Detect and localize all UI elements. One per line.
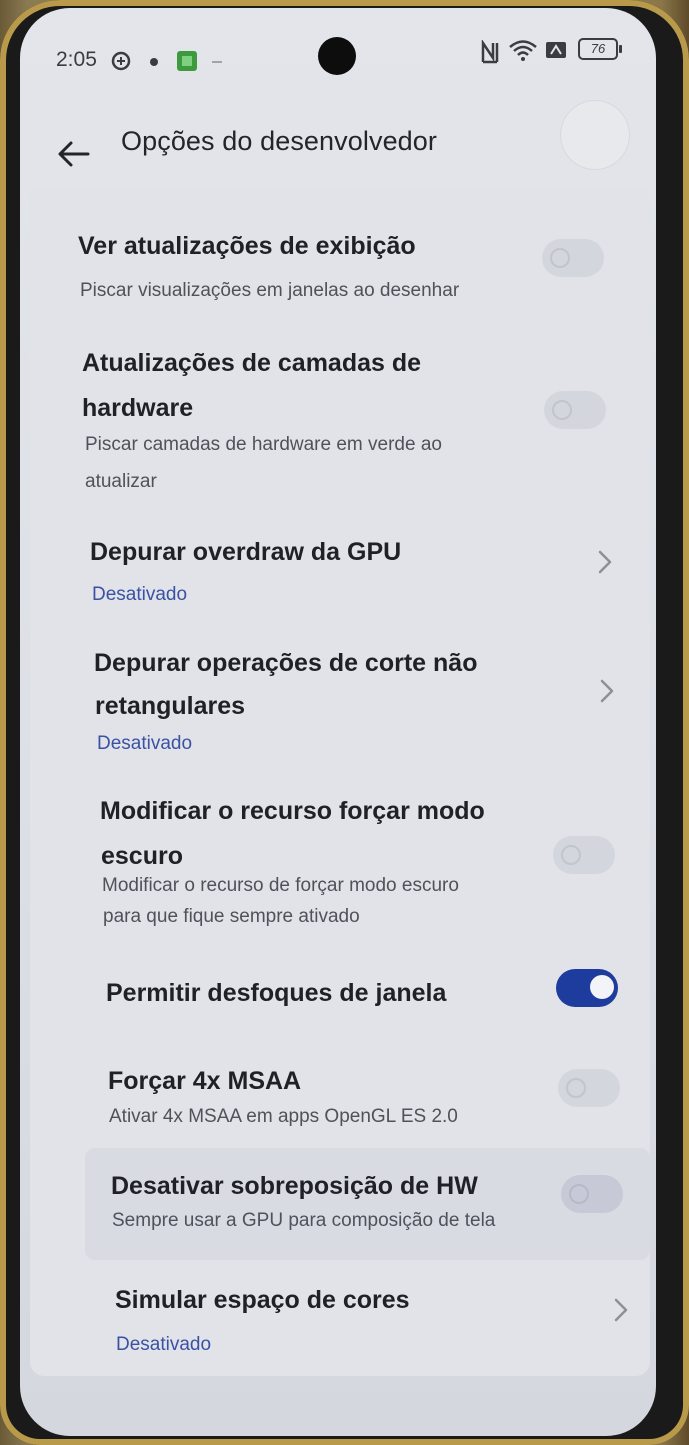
setting-subtitle-line2: para que fique sempre ativado <box>103 906 360 927</box>
toggle-switch[interactable] <box>558 1069 620 1107</box>
setting-disable-hw-overlays[interactable]: Desativar sobreposição de HW Sempre usar… <box>85 1148 650 1260</box>
front-camera <box>318 37 356 75</box>
screen: 2:05 76 Opções do desenvolvedor Ver atua… <box>20 8 656 1436</box>
setting-allow-window-blur[interactable]: Permitir desfoques de janela <box>30 969 650 1029</box>
setting-title: Simular espaço de cores <box>115 1286 410 1314</box>
setting-force-4x-msaa[interactable]: Forçar 4x MSAA Ativar 4x MSAA em apps Op… <box>30 1059 650 1144</box>
setting-subtitle: Piscar visualizações em janelas ao desen… <box>80 280 460 301</box>
setting-title: Depurar overdraw da GPU <box>90 538 402 566</box>
setting-title-line2: hardware <box>82 394 194 422</box>
settings-list: Ver atualizações de exibição Piscar visu… <box>30 186 650 1376</box>
setting-debug-gpu-overdraw[interactable]: Depurar overdraw da GPU Desativado <box>30 526 650 616</box>
toggle-switch[interactable] <box>542 239 604 277</box>
nfc-icon <box>481 40 499 64</box>
toggle-switch[interactable] <box>561 1175 623 1213</box>
toggle-knob <box>561 845 581 865</box>
toggle-knob <box>552 400 572 420</box>
vpn-icon <box>111 51 131 71</box>
setting-title: Permitir desfoques de janela <box>106 979 447 1007</box>
setting-title-line1: Modificar o recurso forçar modo <box>100 797 485 825</box>
toggle-knob <box>550 248 570 268</box>
setting-override-force-dark[interactable]: Modificar o recurso forçar modo escuro M… <box>30 789 650 939</box>
chevron-right-icon[interactable] <box>598 677 616 705</box>
setting-status: Desativado <box>92 584 188 605</box>
avatar[interactable] <box>561 101 629 169</box>
setting-show-view-updates[interactable]: Ver atualizações de exibição Piscar visu… <box>30 224 650 324</box>
setting-subtitle: Sempre usar a GPU para composição de tel… <box>112 1210 496 1231</box>
chevron-right-icon[interactable] <box>596 548 614 576</box>
setting-status: Desativado <box>116 1334 212 1355</box>
toggle-switch[interactable] <box>553 836 615 874</box>
page-title: Opções do desenvolvedor <box>121 126 438 156</box>
dash-icon <box>212 61 222 63</box>
setting-title: Forçar 4x MSAA <box>108 1067 302 1095</box>
app-bar: Opções do desenvolvedor <box>20 108 656 188</box>
battery-icon: 76 <box>578 38 622 60</box>
setting-hw-layer-updates[interactable]: Atualizações de camadas de hardware Pisc… <box>30 341 650 501</box>
setting-title: Ver atualizações de exibição <box>78 232 416 260</box>
app-notification-icon <box>177 51 197 71</box>
status-time: 2:05 <box>56 48 97 71</box>
setting-title-line1: Atualizações de camadas de <box>82 349 422 377</box>
notification-icon <box>150 58 158 66</box>
toggle-knob <box>566 1078 586 1098</box>
wifi-icon <box>509 40 537 61</box>
status-bar: 2:05 76 <box>20 8 656 98</box>
setting-subtitle-line1: Piscar camadas de hardware em verde ao <box>85 434 442 455</box>
setting-simulate-color-space[interactable]: Simular espaço de cores Desativado <box>30 1274 650 1374</box>
setting-title-line2: retangulares <box>95 692 246 720</box>
setting-title: Desativar sobreposição de HW <box>111 1172 478 1200</box>
setting-subtitle-line2: atualizar <box>85 471 157 492</box>
toggle-knob <box>569 1184 589 1204</box>
setting-title-line1: Depurar operações de corte não <box>94 649 478 677</box>
arrow-left-icon[interactable] <box>56 136 92 172</box>
toggle-knob <box>590 975 614 999</box>
toggle-switch[interactable] <box>556 969 618 1007</box>
setting-status: Desativado <box>97 733 193 754</box>
setting-subtitle: Ativar 4x MSAA em apps OpenGL ES 2.0 <box>109 1106 458 1127</box>
setting-subtitle-line1: Modificar o recurso de forçar modo escur… <box>102 875 459 896</box>
setting-debug-non-rect-clip[interactable]: Depurar operações de corte não retangula… <box>30 641 650 766</box>
sim-icon <box>546 42 566 58</box>
chevron-right-icon[interactable] <box>612 1296 630 1324</box>
toggle-switch[interactable] <box>544 391 606 429</box>
